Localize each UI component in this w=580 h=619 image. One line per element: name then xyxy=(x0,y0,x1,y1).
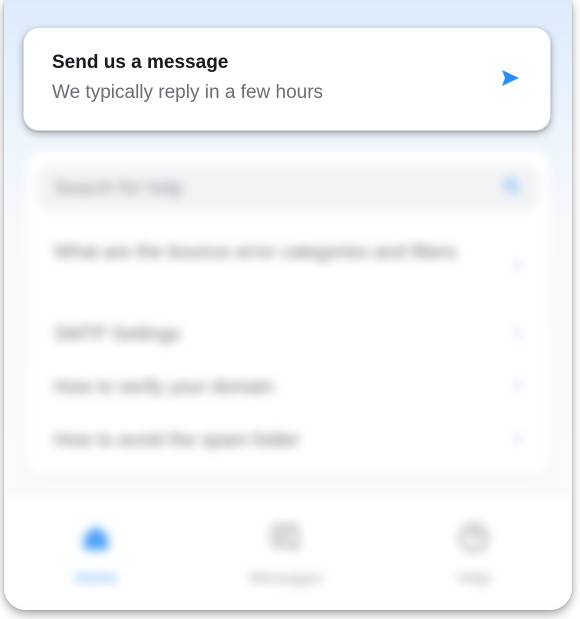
nav-item-home[interactable]: Home xyxy=(26,520,166,588)
chevron-right-icon: › xyxy=(514,428,520,448)
help-search-placeholder: Search for help xyxy=(54,178,183,199)
chevron-right-icon: › xyxy=(514,322,520,342)
send-message-card[interactable]: Send us a message We typically reply in … xyxy=(23,27,551,131)
home-icon xyxy=(84,526,108,550)
chevron-right-icon: › xyxy=(514,375,520,395)
nav-label-home: Home xyxy=(74,570,118,587)
messages-icon xyxy=(271,524,299,551)
bottom-navigation: Home Messages Help xyxy=(4,495,572,610)
search-icon xyxy=(504,178,520,194)
help-article-title: How to verify your domain xyxy=(54,377,274,398)
help-article-title: How to avoid the spam folder xyxy=(54,430,301,451)
help-icon xyxy=(459,523,489,553)
help-article-item[interactable]: How to avoid the spam folder xyxy=(54,426,524,456)
chevron-right-icon: › xyxy=(514,255,520,275)
help-article-item[interactable]: How to verify your domain xyxy=(54,373,524,403)
nav-item-help[interactable]: Help xyxy=(404,520,544,588)
send-message-title: Send us a message xyxy=(52,52,229,73)
messenger-widget: Search for help What are the bounce erro… xyxy=(4,0,572,610)
nav-label-help: Help xyxy=(457,570,491,587)
help-article-item[interactable]: What are the bounce error categories and… xyxy=(54,238,524,268)
help-card: Search for help What are the bounce erro… xyxy=(26,150,550,475)
nav-label-messages: Messages xyxy=(249,570,323,587)
reply-time-subtitle: We typically reply in a few hours xyxy=(52,82,324,103)
help-article-title: SMTP Settings xyxy=(54,324,181,345)
help-article-title: What are the bounce error categories and… xyxy=(54,242,457,263)
nav-item-messages[interactable]: Messages xyxy=(216,520,356,588)
help-article-item[interactable]: SMTP Settings xyxy=(54,320,524,350)
send-icon xyxy=(502,70,519,86)
help-search-input[interactable]: Search for help xyxy=(38,166,538,210)
